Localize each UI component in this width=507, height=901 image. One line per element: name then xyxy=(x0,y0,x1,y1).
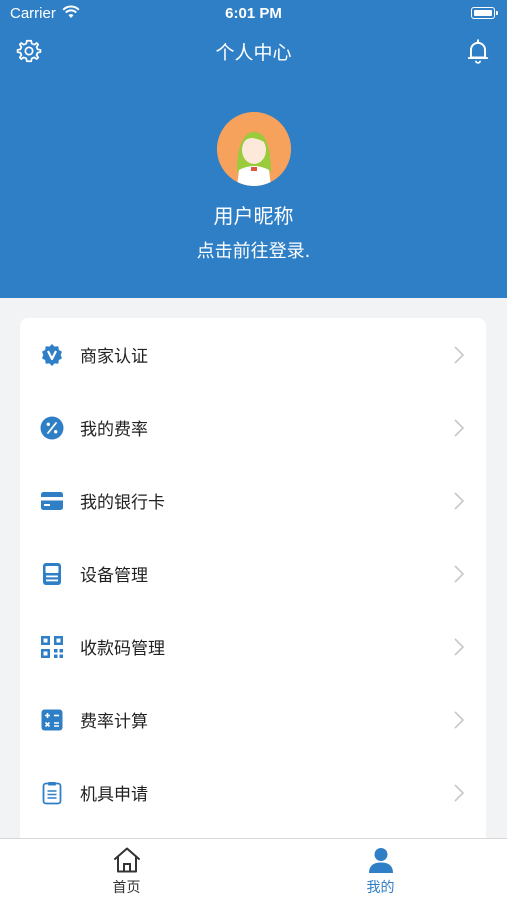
chevron-right-icon xyxy=(454,711,464,729)
status-time: 6:01 PM xyxy=(225,5,282,22)
menu-item-device-management[interactable]: 设备管理 xyxy=(20,537,486,610)
page-title: 个人中心 xyxy=(215,42,292,64)
menu-item-device-application[interactable]: 机具申请 xyxy=(20,756,486,829)
tab-mine[interactable]: 我的 xyxy=(254,839,507,901)
tab-mine-label: 我的 xyxy=(366,880,395,896)
menu-item-payment-code[interactable]: 收款码管理 xyxy=(20,610,486,683)
menu-item-label: 设备管理 xyxy=(80,566,148,586)
login-prompt[interactable]: 点击前往登录. xyxy=(0,237,507,263)
menu-item-label: 商家认证 xyxy=(80,347,148,367)
menu-item-my-rate[interactable]: 我的费率 xyxy=(20,391,486,464)
chevron-right-icon xyxy=(454,492,464,510)
user-nickname[interactable]: 用户昵称 xyxy=(0,200,507,229)
menu-item-label: 我的费率 xyxy=(80,420,148,440)
chevron-right-icon xyxy=(454,638,464,656)
chevron-right-icon xyxy=(454,419,464,437)
menu-item-label: 我的银行卡 xyxy=(80,493,165,513)
menu-item-label: 收款码管理 xyxy=(80,639,165,659)
chevron-right-icon xyxy=(454,784,464,802)
menu-item-bank-card[interactable]: 我的银行卡 xyxy=(20,464,486,537)
verified-badge-icon xyxy=(42,344,62,366)
status-bar: Carrier 6:01 PM xyxy=(0,0,507,28)
menu-card: 商家认证 我的费率 我的银行卡 设备管理 收款码管理 费率计算 机具申请 xyxy=(20,318,486,858)
profile-header: Carrier 6:01 PM 个人中心 用户昵称 点击前往登录. xyxy=(0,0,507,298)
menu-item-label: 机具申请 xyxy=(80,785,148,805)
clipboard-icon xyxy=(42,782,62,805)
bank-card-icon xyxy=(41,492,63,510)
menu-item-label: 费率计算 xyxy=(80,712,148,732)
user-icon xyxy=(369,848,393,873)
qr-code-icon xyxy=(41,636,63,658)
tab-home-label: 首页 xyxy=(112,880,141,896)
calculator-icon xyxy=(41,709,63,731)
pos-device-icon xyxy=(43,563,61,585)
battery-icon xyxy=(471,7,498,19)
tab-home[interactable]: 首页 xyxy=(0,839,253,901)
home-icon xyxy=(114,847,140,873)
percent-icon xyxy=(40,416,64,440)
chevron-right-icon xyxy=(454,565,464,583)
tab-bar: 首页 我的 xyxy=(0,838,507,901)
avatar-illustration-icon xyxy=(217,112,291,186)
chevron-right-icon xyxy=(454,346,464,364)
menu-item-rate-calculator[interactable]: 费率计算 xyxy=(20,683,486,756)
bell-icon[interactable] xyxy=(465,38,491,64)
menu-item-merchant-verification[interactable]: 商家认证 xyxy=(20,318,486,391)
avatar[interactable] xyxy=(217,112,291,186)
